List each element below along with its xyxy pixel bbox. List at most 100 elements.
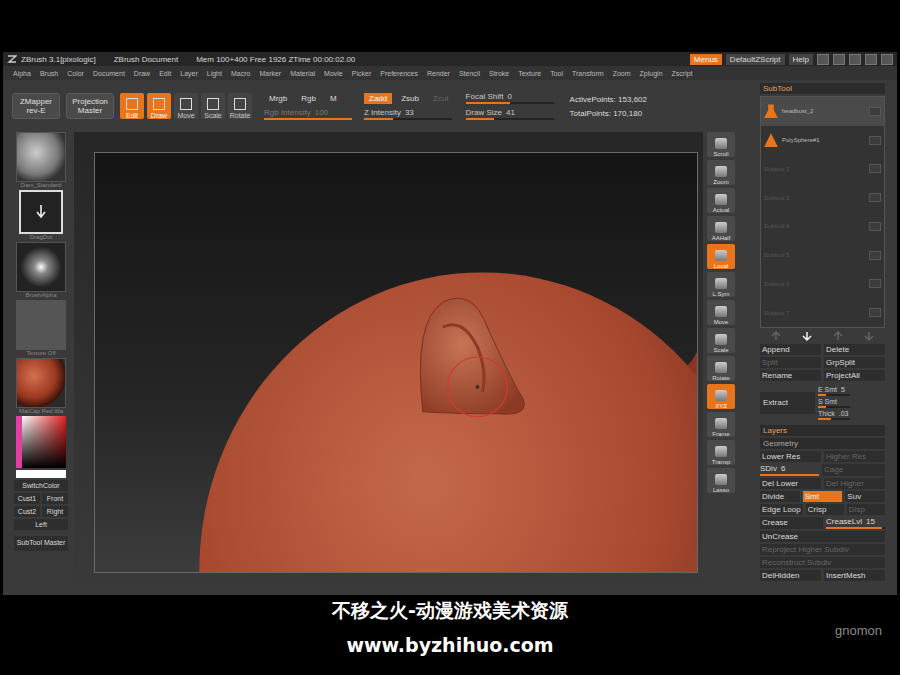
subtool-button[interactable]: Rename (760, 370, 821, 381)
view-button[interactable]: Local (707, 244, 735, 269)
mode-button[interactable]: Edit (120, 93, 144, 119)
menu-item[interactable]: Picker (352, 70, 371, 77)
visibility-icon[interactable] (869, 279, 881, 288)
visibility-icon[interactable] (869, 193, 881, 202)
brush-slider[interactable]: Focal Shift0 (466, 92, 554, 104)
menu-item[interactable]: Transform (572, 70, 604, 77)
mode-button[interactable]: Scale (201, 93, 225, 119)
z-intensity-slider[interactable]: Z Intensity33 (364, 108, 452, 120)
menu-item[interactable]: Material (290, 70, 315, 77)
color-picker[interactable] (16, 416, 66, 478)
geometry-button[interactable]: Smt (803, 491, 843, 502)
document-canvas[interactable] (94, 152, 698, 573)
menu-item[interactable]: Alpha (13, 70, 31, 77)
view-button[interactable]: L.Sym (707, 272, 735, 297)
geometry-button[interactable]: Higher Res (824, 451, 885, 462)
extract-button[interactable]: Extract (760, 392, 815, 414)
arrow-icon[interactable] (801, 331, 813, 341)
menu-item[interactable]: Macro (231, 70, 250, 77)
color-mode-button[interactable]: Rgb (296, 93, 321, 104)
geometry-button[interactable]: Del Lower (760, 478, 821, 489)
subtool-item[interactable]: PolySphere#1 (761, 126, 884, 155)
view-button[interactable]: AAHalf (707, 216, 735, 241)
layers-header[interactable]: Layers (760, 425, 885, 436)
menu-item[interactable]: Render (427, 70, 450, 77)
subtool-item[interactable]: Subtool 4 (761, 212, 884, 241)
shelf-button[interactable]: Front (42, 493, 68, 504)
brush-slider[interactable]: Draw Size41 (466, 108, 554, 120)
geometry-slider[interactable]: CreaseLvl15 (826, 517, 885, 529)
title-button[interactable]: DefaultZScript (726, 54, 785, 65)
geometry-button[interactable]: Disp (847, 504, 885, 515)
view-button[interactable]: Zoom (707, 160, 735, 185)
arrow-icon[interactable] (832, 331, 844, 341)
view-button[interactable]: XYZ (707, 384, 735, 409)
window-control-icon[interactable] (817, 54, 829, 65)
geometry-button[interactable]: Suv (845, 491, 885, 502)
subtool-item[interactable]: Subtool 2 (761, 155, 884, 184)
extract-slider[interactable]: S Smt (818, 398, 850, 408)
shelf-thumb[interactable]: Texture Off (16, 300, 66, 356)
visibility-icon[interactable] (869, 107, 881, 116)
geometry-button[interactable]: Divide (760, 491, 800, 502)
visibility-icon[interactable] (869, 308, 881, 317)
arrow-icon[interactable] (770, 331, 782, 341)
geometry-button[interactable]: DelHidden (760, 570, 821, 581)
menu-item[interactable]: Zplugin (640, 70, 663, 77)
menu-item[interactable]: Movie (324, 70, 343, 77)
geometry-slider[interactable]: SDiv6 (760, 464, 819, 476)
subtool-master-button[interactable]: SubTool Master (14, 536, 68, 551)
menu-item[interactable]: Stencil (459, 70, 480, 77)
view-button[interactable]: Rotate (707, 356, 735, 381)
switch-color-button[interactable]: SwitchColor (14, 480, 68, 491)
extract-slider[interactable]: Thick.03 (818, 410, 850, 420)
menu-item[interactable]: Layer (180, 70, 198, 77)
view-button[interactable]: Transp (707, 440, 735, 465)
shelf-thumb[interactable]: BrushAlpha (16, 242, 66, 298)
color-mode-button[interactable]: Mrgb (264, 93, 292, 104)
geometry-button[interactable]: InsertMesh (824, 570, 885, 581)
geometry-button[interactable]: Cage (822, 464, 885, 476)
visibility-icon[interactable] (869, 251, 881, 260)
z-mode-button[interactable]: Zcut (428, 93, 454, 104)
geometry-button[interactable]: Crisp (806, 504, 844, 515)
window-control-icon[interactable] (881, 54, 893, 65)
visibility-icon[interactable] (869, 222, 881, 231)
plugin-button[interactable]: ZMapper rev-E (12, 93, 60, 119)
window-control-icon[interactable] (833, 54, 845, 65)
menu-item[interactable]: Document (93, 70, 125, 77)
extract-slider[interactable]: E Smt5 (818, 386, 850, 396)
z-mode-button[interactable]: Zadd (364, 93, 392, 104)
subtool-button[interactable]: Split (760, 357, 821, 368)
visibility-icon[interactable] (869, 136, 881, 145)
view-button[interactable]: Scroll (707, 132, 735, 157)
shelf-thumb[interactable]: DragDot (19, 190, 63, 240)
subtool-button[interactable]: ProjectAll (824, 370, 885, 381)
window-control-icon[interactable] (849, 54, 861, 65)
subtool-item[interactable]: Subtool 5 (761, 241, 884, 270)
subtool-item[interactable]: Subtool 6 (761, 270, 884, 299)
visibility-icon[interactable] (869, 164, 881, 173)
menu-item[interactable]: Draw (134, 70, 150, 77)
subtool-item[interactable]: Subtool 3 (761, 183, 884, 212)
arrow-icon[interactable] (863, 331, 875, 341)
view-button[interactable]: Frame (707, 412, 735, 437)
view-button[interactable]: Actual (707, 188, 735, 213)
view-button[interactable]: Lasso (707, 468, 735, 493)
geometry-button[interactable]: Lower Res (760, 451, 821, 462)
geometry-button[interactable]: Crease (760, 517, 823, 529)
geometry-button[interactable]: Reconstruct Subdiv (760, 557, 885, 568)
title-button[interactable]: Help (789, 54, 813, 65)
rgb-intensity-slider[interactable]: Rgb Intensity100 (264, 108, 352, 120)
title-button[interactable]: Menus (690, 54, 722, 65)
view-button[interactable]: Move (707, 300, 735, 325)
menu-item[interactable]: Stroke (489, 70, 509, 77)
shelf-button[interactable]: Left (14, 519, 68, 530)
subtool-button[interactable]: Append (760, 344, 821, 355)
mode-button[interactable]: Draw (147, 93, 171, 119)
z-mode-button[interactable]: Zsub (396, 93, 424, 104)
geometry-button[interactable]: Del Higher (824, 478, 885, 489)
mode-button[interactable]: Rotate (228, 93, 252, 119)
menu-item[interactable]: Edit (159, 70, 171, 77)
subtool-header[interactable]: SubTool (760, 83, 885, 94)
